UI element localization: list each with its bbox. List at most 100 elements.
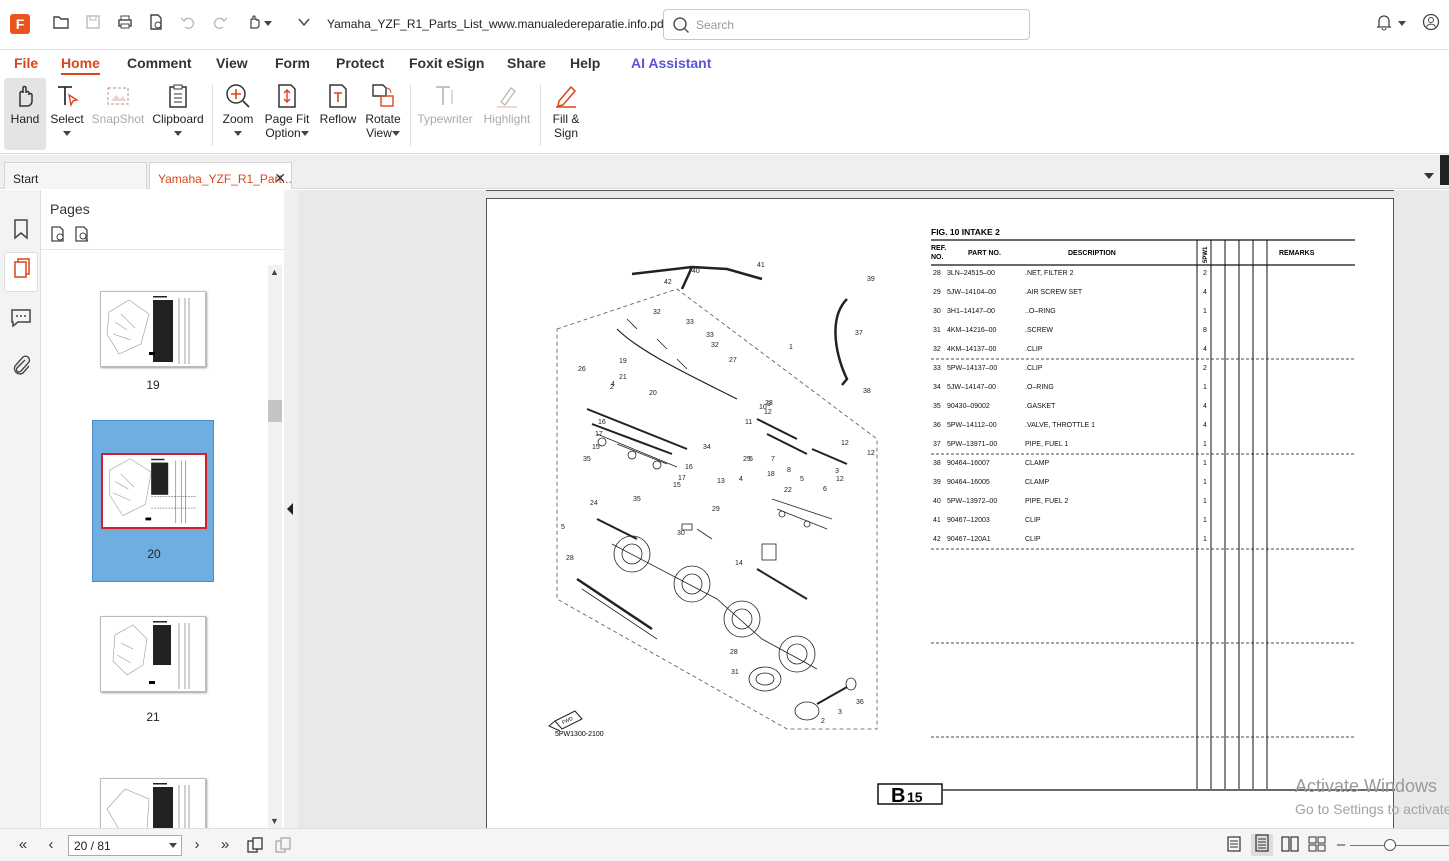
clipboard-button[interactable]: Clipboard — [150, 78, 206, 150]
page-options-icon[interactable] — [49, 225, 67, 248]
notification-bell-icon[interactable] — [1373, 13, 1395, 35]
snapshot-button[interactable]: SnapShot — [90, 78, 146, 150]
diagram-callouts: 4240413937381323333322726419212023291012… — [561, 262, 875, 725]
hand-tool-button[interactable]: Hand — [4, 78, 46, 150]
previous-view-icon[interactable] — [246, 836, 264, 854]
diagram-callout: 33 — [706, 332, 714, 339]
row-ref: 40 — [933, 498, 941, 505]
next-page-icon[interactable]: › — [188, 836, 206, 854]
rotate-view-label: View — [366, 126, 392, 140]
row-ref: 41 — [933, 517, 941, 524]
last-page-icon[interactable]: » — [216, 836, 234, 854]
scroll-up-icon[interactable]: ▲ — [270, 267, 279, 277]
menu-protect[interactable]: Protect — [336, 55, 384, 71]
print-icon[interactable] — [114, 13, 136, 35]
bookmarks-icon[interactable] — [8, 216, 34, 242]
diagram-callout: 38 — [863, 388, 871, 395]
tab-document[interactable]: Yamaha_YZF_R1_Part... ✕ — [149, 162, 292, 189]
page-dropdown-icon[interactable] — [169, 843, 177, 848]
pages-panel-icon[interactable] — [4, 252, 38, 292]
zoom-dropdown-icon[interactable] — [234, 131, 242, 137]
menu-form[interactable]: Form — [275, 55, 310, 71]
zoom-out-icon[interactable]: – — [1332, 836, 1350, 854]
menu-foxit-esign[interactable]: Foxit eSign — [409, 55, 484, 71]
quick-access-dropdown-icon[interactable] — [262, 13, 274, 35]
typewriter-button[interactable]: Typewriter — [416, 78, 474, 150]
row-ref: 30 — [933, 308, 941, 315]
diagram-callout: 34 — [703, 444, 711, 451]
comments-icon[interactable] — [8, 304, 34, 330]
diagram-callout: 32 — [711, 342, 719, 349]
search-input[interactable] — [696, 16, 1016, 34]
select-tool-button[interactable]: Select — [48, 78, 86, 150]
export-pdf-icon[interactable] — [145, 13, 167, 35]
panel-collapse-handle[interactable] — [284, 190, 298, 828]
page-thumbnail-21[interactable]: 21 — [92, 608, 214, 770]
diagram-callout: 12 — [836, 476, 844, 483]
menu-view[interactable]: View — [216, 55, 248, 71]
notification-dropdown-icon[interactable] — [1396, 13, 1408, 35]
menu-help[interactable]: Help — [570, 55, 600, 71]
page-thumbnail-22[interactable] — [92, 770, 214, 830]
page-number-field[interactable]: 20 / 81 — [68, 835, 182, 856]
scroll-down-icon[interactable]: ▼ — [270, 816, 279, 826]
select-dropdown-icon[interactable] — [63, 131, 71, 137]
continuous-view-icon[interactable] — [1251, 834, 1273, 856]
highlight-button[interactable]: Highlight — [480, 78, 534, 150]
single-page-view-icon[interactable] — [1225, 836, 1243, 854]
row-description: .CLIP — [1025, 346, 1043, 353]
previous-page-icon[interactable]: ‹ — [42, 836, 60, 854]
facing-view-icon[interactable] — [1281, 836, 1299, 854]
next-view-icon[interactable] — [274, 836, 292, 854]
menu-share[interactable]: Share — [507, 55, 546, 71]
scroll-thumb[interactable] — [268, 400, 282, 422]
diagram-callout: 30 — [677, 530, 685, 537]
row-quantity: 1 — [1203, 498, 1207, 505]
diagram-callout: 3 — [838, 709, 842, 716]
diagram-callout: 31 — [731, 669, 739, 676]
first-page-icon[interactable]: « — [14, 836, 32, 854]
close-tab-icon[interactable]: ✕ — [274, 170, 286, 187]
snapshot-label: SnapShot — [91, 112, 145, 126]
diagram-callout: 9 — [767, 401, 771, 408]
save-icon[interactable] — [82, 13, 104, 35]
reflow-button[interactable]: Reflow — [318, 78, 358, 150]
zoom-slider-handle[interactable] — [1384, 839, 1396, 851]
account-icon[interactable] — [1420, 13, 1442, 35]
search-box[interactable] — [663, 9, 1030, 40]
tab-start[interactable]: Start — [4, 162, 147, 189]
diagram-code: 5PW1300-2100 — [555, 731, 604, 738]
page-fit-option-button[interactable]: Page Fit Option — [262, 78, 312, 150]
diagram-callout: 15 — [592, 444, 600, 451]
continuous-facing-view-icon[interactable] — [1308, 836, 1326, 854]
rotate-view-button[interactable]: Rotate View — [362, 78, 404, 150]
row-part-no: 5JW–14147–00 — [947, 384, 996, 391]
redo-icon[interactable] — [209, 13, 231, 35]
row-description: .SCREW — [1025, 327, 1053, 334]
diagram-callout: 11 — [745, 419, 752, 426]
select-label: Select — [50, 112, 84, 126]
header-ref: REF. — [931, 245, 946, 252]
zoom-button[interactable]: Zoom — [218, 78, 258, 150]
document-viewer[interactable]: 42 40 41 39 37 38 1 32 33 33 32 27 26 4 19 21 20 23 2 9 10 12… — [298, 190, 1449, 828]
pages-panel-scrollbar[interactable]: ▲ ▼ — [268, 265, 282, 828]
menu-ai-assistant[interactable]: AI Assistant — [631, 55, 711, 71]
menu-file[interactable]: File — [14, 55, 38, 71]
document-dropdown-icon[interactable] — [297, 13, 311, 35]
undo-icon[interactable] — [177, 13, 199, 35]
zoom-thumbnail-icon[interactable] — [73, 225, 91, 248]
menu-home[interactable]: Home — [61, 55, 100, 75]
attachments-icon[interactable] — [8, 352, 34, 378]
zoom-slider-track[interactable] — [1350, 845, 1449, 846]
collapse-arrow-icon[interactable] — [287, 503, 293, 515]
menu-comment[interactable]: Comment — [127, 55, 192, 71]
fill-sign-button[interactable]: Fill & Sign — [546, 78, 586, 150]
row-description: CLIP — [1025, 536, 1041, 543]
row-part-no: 90464–16005 — [947, 479, 990, 486]
open-folder-icon[interactable] — [50, 13, 72, 35]
diagram-callout: 17 — [678, 475, 686, 482]
page-code-number: 15 — [907, 789, 923, 805]
page-thumbnail-20[interactable]: 20 — [92, 420, 214, 582]
tab-list-dropdown-icon[interactable] — [1423, 168, 1435, 186]
clipboard-dropdown-icon[interactable] — [174, 131, 182, 137]
